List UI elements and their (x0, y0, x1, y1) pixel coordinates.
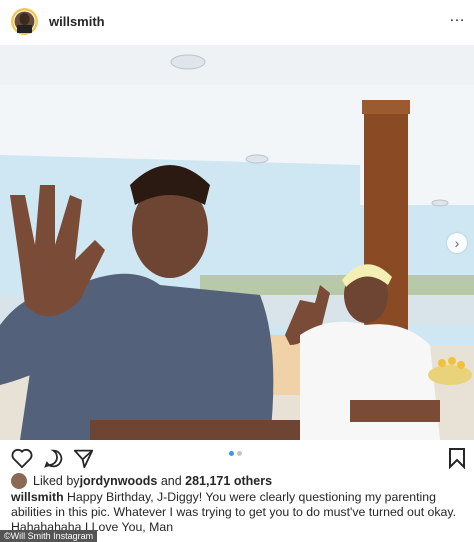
carousel-dot (237, 451, 242, 456)
post-header: willsmith … (0, 0, 474, 44)
likes-line: Liked by jordynwoods and 281,171 others (11, 473, 272, 489)
avatar[interactable] (11, 8, 38, 35)
likes-prefix: Liked by (33, 474, 80, 488)
more-options-icon[interactable]: … (449, 8, 466, 26)
caption-text: Happy Birthday, J-Diggy! You were clearl… (11, 490, 457, 534)
liker-username[interactable]: jordynwoods (80, 474, 158, 488)
image-credit: ©Will Smith Instagram (0, 530, 98, 542)
action-bar (0, 444, 474, 474)
carousel-indicator (229, 451, 242, 456)
likes-mid: and (157, 474, 186, 488)
bookmark-icon[interactable] (448, 447, 466, 474)
comment-icon[interactable] (43, 448, 64, 474)
caption-username[interactable]: willsmith (11, 490, 64, 504)
likes-count[interactable]: 281,171 others (185, 474, 272, 488)
heart-icon[interactable] (11, 448, 33, 473)
send-icon[interactable] (73, 448, 94, 474)
post-photo[interactable] (0, 45, 474, 440)
post-username[interactable]: willsmith (49, 14, 105, 29)
liker-avatar[interactable] (11, 473, 27, 489)
post-caption: willsmith Happy Birthday, J-Diggy! You w… (11, 490, 467, 535)
carousel-dot-active (229, 451, 234, 456)
chevron-right-icon[interactable]: › (447, 233, 467, 253)
